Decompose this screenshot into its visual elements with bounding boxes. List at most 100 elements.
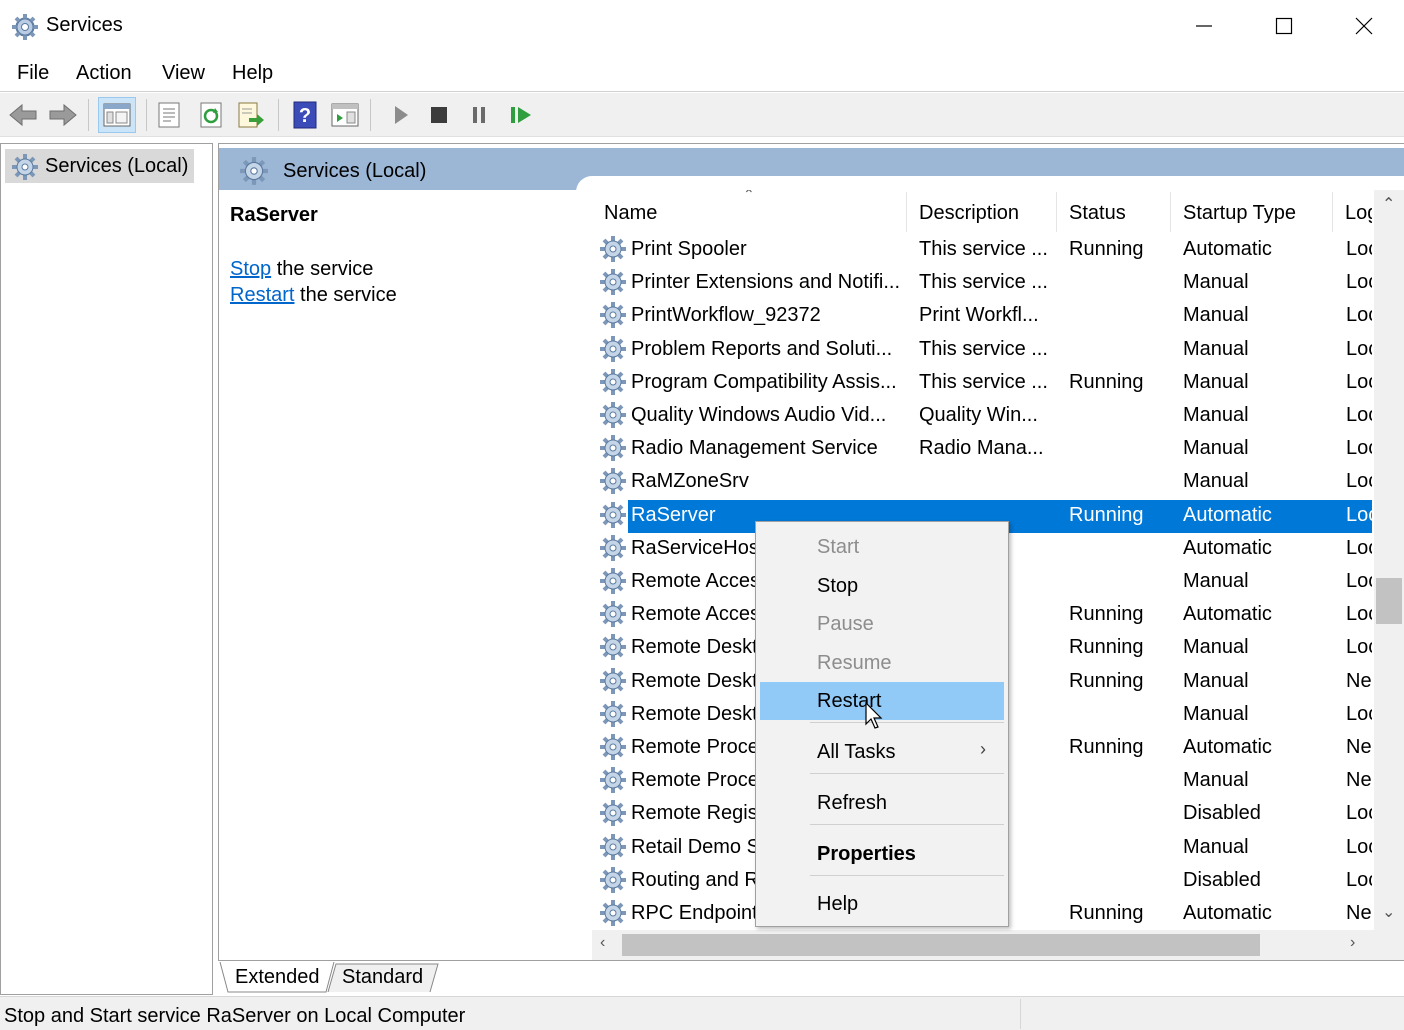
- gear-icon: [600, 269, 626, 296]
- menu-view[interactable]: View: [162, 62, 205, 85]
- service-status-cell: Running: [1069, 736, 1144, 758]
- gear-icon: [600, 601, 626, 628]
- resume-icon: [511, 107, 531, 123]
- menu-separator: [810, 773, 1004, 774]
- restart-service-button[interactable]: [502, 97, 540, 133]
- service-startup-cell: Automatic: [1183, 238, 1272, 260]
- service-logon-cell: Loc: [1346, 437, 1372, 460]
- tab-standard[interactable]: Standard: [342, 962, 423, 992]
- start-service-button[interactable]: [382, 97, 420, 133]
- stop-action-line: Stop the service: [230, 258, 373, 281]
- service-startup-cell: Disabled: [1183, 868, 1261, 891]
- gear-icon: [12, 154, 38, 180]
- menu-help[interactable]: Help: [232, 62, 273, 85]
- refresh-button[interactable]: [192, 97, 230, 133]
- menu-action[interactable]: Action: [76, 62, 132, 85]
- menu-separator: [810, 824, 1004, 825]
- column-header-status[interactable]: Status: [1069, 202, 1126, 225]
- table-row[interactable]: Program Compatibility Assis... This servi…: [592, 367, 1372, 400]
- service-logon-cell: Ne: [1346, 769, 1372, 792]
- service-logon-cell: Loc: [1346, 802, 1372, 825]
- properties-icon: [158, 102, 180, 128]
- restart-service-link[interactable]: Restart: [230, 284, 294, 306]
- horizontal-scrollbar[interactable]: ‹ ›: [592, 930, 1404, 960]
- gear-icon: [600, 634, 626, 661]
- context-menu-item-refresh[interactable]: Refresh: [760, 784, 1004, 822]
- show-hide-tree-icon: [103, 103, 131, 127]
- mouse-cursor-icon: [865, 702, 883, 729]
- show-hide-tree-button[interactable]: [98, 97, 136, 133]
- service-description-cell: This service ...: [919, 370, 1048, 393]
- table-row[interactable]: Radio Management Service Radio Mana... Man…: [592, 433, 1372, 466]
- tab-extended[interactable]: Extended: [235, 962, 320, 992]
- scroll-left-icon[interactable]: ‹: [600, 934, 605, 952]
- window-title: Services: [46, 14, 123, 36]
- selected-service-name: RaServer: [230, 204, 318, 226]
- tree-node-services-local[interactable]: Services (Local): [5, 149, 195, 183]
- column-header-description[interactable]: Description: [919, 202, 1019, 225]
- table-row[interactable]: Printer Extensions and Notifi... This ser…: [592, 267, 1372, 300]
- view-button[interactable]: [326, 97, 364, 133]
- maximize-button[interactable]: [1244, 0, 1324, 52]
- scroll-down-icon[interactable]: ⌄: [1382, 902, 1395, 922]
- column-header-startup-type[interactable]: Startup Type: [1183, 202, 1296, 225]
- stop-service-button[interactable]: [420, 97, 458, 133]
- menu-item-label: Help: [817, 893, 859, 915]
- service-description-cell: Quality Win...: [919, 404, 1038, 426]
- service-logon-cell: Ne: [1346, 736, 1372, 758]
- service-startup-cell: Manual: [1183, 337, 1249, 360]
- column-header-log-on-as[interactable]: Log: [1345, 202, 1372, 225]
- scroll-up-icon[interactable]: ⌃: [1382, 194, 1395, 214]
- minimize-icon: [1196, 25, 1212, 27]
- maximize-icon: [1275, 17, 1293, 35]
- pane-title: Services (Local): [283, 160, 427, 182]
- export-list-button[interactable]: [232, 97, 270, 133]
- service-name-cell: Quality Windows Audio Vid...: [631, 404, 887, 426]
- minimize-button[interactable]: [1164, 0, 1244, 52]
- pause-service-button[interactable]: [460, 97, 498, 133]
- service-name-cell: Printer Extensions and Notifi...: [631, 271, 901, 294]
- table-row[interactable]: Quality Windows Audio Vid... Quality Win.…: [592, 400, 1372, 433]
- service-description-cell: This service ...: [919, 337, 1048, 360]
- context-menu-item-properties[interactable]: Properties: [760, 835, 1004, 873]
- title-bar: Services: [0, 0, 1404, 54]
- gear-icon: [600, 568, 626, 594]
- horizontal-scroll-thumb[interactable]: [622, 934, 1260, 956]
- close-button[interactable]: [1324, 0, 1404, 52]
- vertical-scrollbar[interactable]: ⌃ ⌄: [1374, 190, 1404, 930]
- stop-service-link[interactable]: Stop: [230, 258, 271, 280]
- context-menu-item-help[interactable]: Help: [760, 885, 1004, 923]
- help-icon: ?: [293, 101, 317, 129]
- gear-icon: [600, 800, 626, 827]
- stop-icon: [431, 107, 447, 123]
- gear-icon: [600, 302, 626, 329]
- gear-icon: [600, 866, 626, 893]
- context-menu-item-start: Start: [760, 528, 1004, 566]
- column-header-name[interactable]: Name: [604, 202, 657, 225]
- tree-node-label: Services (Local): [45, 154, 189, 177]
- table-row[interactable]: PrintWorkflow_92372 Print Workfl... Manual…: [592, 300, 1372, 333]
- service-startup-cell: Disabled: [1183, 802, 1261, 825]
- svg-text:?: ?: [299, 105, 311, 127]
- table-row[interactable]: Problem Reports and Soluti... This servic…: [592, 334, 1372, 367]
- status-bar: Stop and Start service RaServer on Local…: [0, 996, 1404, 1030]
- back-button[interactable]: [4, 97, 42, 133]
- table-row[interactable]: RaMZoneSrv Manual Loc: [592, 466, 1372, 499]
- gear-icon: [600, 236, 626, 262]
- service-status-cell: Running: [1069, 370, 1144, 393]
- context-menu-item-stop[interactable]: Stop: [760, 567, 1004, 605]
- table-row[interactable]: Print Spooler This service ... Running Auto…: [592, 234, 1372, 267]
- service-status-cell: Running: [1069, 669, 1144, 692]
- menu-file[interactable]: File: [17, 62, 49, 85]
- help-button[interactable]: ?: [286, 97, 324, 133]
- properties-button[interactable]: [150, 97, 188, 133]
- menu-item-label: Resume: [817, 652, 892, 674]
- services-gear-icon: [12, 14, 38, 40]
- menu-separator: [810, 875, 1004, 876]
- scroll-right-icon[interactable]: ›: [1350, 934, 1355, 952]
- view-tabs: Extended Standard: [218, 962, 1404, 994]
- service-name-cell: Print Spooler: [631, 238, 747, 260]
- vertical-scroll-thumb[interactable]: [1376, 578, 1402, 624]
- forward-button[interactable]: [44, 97, 82, 133]
- context-menu-item-all-tasks[interactable]: All Tasks ›: [760, 733, 1004, 771]
